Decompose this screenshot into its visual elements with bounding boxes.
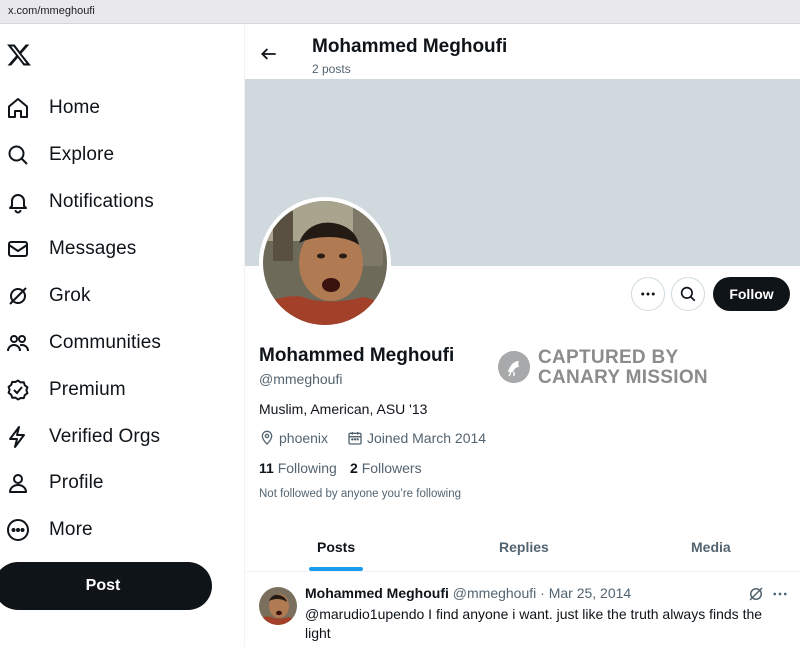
sidebar-item-label: Grok	[49, 285, 91, 306]
following-count: 11	[259, 460, 274, 476]
header-post-count: 2 posts	[312, 62, 351, 76]
sidebar-item-communities[interactable]: Communities	[0, 323, 240, 363]
sidebar-item-label: Home	[49, 97, 101, 118]
tweet-item[interactable]: Mohammed Meghoufi @mmeghoufi · Mar 25, 2…	[245, 573, 800, 647]
following-link[interactable]: 11 Following	[259, 460, 337, 476]
x-logo-icon[interactable]	[6, 42, 32, 68]
profile-bio: Muslim, American, ASU '13	[259, 401, 428, 417]
profile-location: phoenix	[259, 430, 328, 446]
profile-avatar[interactable]	[259, 197, 391, 329]
sidebar-item-label: Notifications	[49, 191, 154, 212]
sidebar-item-label: Profile	[49, 472, 104, 493]
sidebar-item-notifications[interactable]: Notifications	[0, 182, 240, 222]
search-icon	[8, 145, 28, 165]
tweet-separator: ·	[540, 585, 545, 601]
tab-posts[interactable]: Posts	[317, 539, 355, 555]
more-options-button[interactable]	[631, 277, 665, 311]
verified-badge-icon	[7, 379, 29, 401]
profile-joined: Joined March 2014	[347, 430, 486, 446]
people-icon	[7, 335, 29, 352]
profile-header-bar: Mohammed Meghoufi 2 posts	[245, 24, 800, 79]
following-label: Following	[277, 460, 337, 476]
grok-icon	[9, 287, 27, 305]
sidebar-item-messages[interactable]: Messages	[0, 229, 240, 269]
profile-handle: @mmeghoufi	[259, 371, 343, 387]
sidebar-item-more[interactable]: More	[0, 510, 240, 550]
tweet-author-handle[interactable]: @mmeghoufi	[453, 585, 536, 601]
sidebar-item-home[interactable]: Home	[0, 88, 240, 128]
sidebar-item-label: Messages	[49, 238, 137, 259]
canary-mission-watermark: CAPTURED BY CANARY MISSION	[498, 347, 718, 391]
search-icon	[680, 286, 696, 302]
location-pin-icon	[261, 430, 273, 445]
avatar-photo	[263, 201, 387, 325]
grok-icon[interactable]	[747, 585, 765, 603]
url-text[interactable]: x.com/mmeghoufi	[8, 5, 95, 17]
tab-replies[interactable]: Replies	[499, 539, 549, 555]
location-text: phoenix	[279, 430, 329, 446]
watermark-line-1: CAPTURED BY	[538, 347, 679, 368]
mutual-followers-note: Not followed by anyone you’re following	[259, 488, 462, 500]
tweet-avatar[interactable]	[259, 587, 297, 625]
tweet-header: Mohammed Meghoufi @mmeghoufi · Mar 25, 2…	[305, 585, 631, 601]
followers-label: Followers	[361, 460, 422, 476]
followers-count: 2	[350, 460, 358, 476]
tab-media[interactable]: Media	[691, 539, 731, 555]
profile-main: Mohammed Meghoufi 2 posts Follow Mohamme	[245, 24, 800, 647]
sidebar-item-premium[interactable]: Premium	[0, 370, 240, 410]
browser-address-bar[interactable]: x.com/mmeghoufi	[0, 0, 800, 24]
watermark-line-2: CANARY MISSION	[538, 367, 708, 388]
more-horizontal-icon[interactable]	[771, 585, 789, 603]
joined-text: Joined March 2014	[367, 430, 487, 446]
profile-name: Mohammed Meghoufi	[259, 345, 455, 366]
tweet-author-name[interactable]: Mohammed Meghoufi	[305, 585, 449, 601]
back-arrow-icon[interactable]	[259, 44, 279, 64]
header-profile-name: Mohammed Meghoufi	[312, 36, 508, 57]
sidebar-item-label: Verified Orgs	[49, 426, 161, 447]
sidebar-item-grok[interactable]: Grok	[0, 276, 240, 316]
sidebar-item-label: Premium	[49, 379, 126, 400]
more-circle-icon	[7, 519, 29, 541]
search-profile-button[interactable]	[671, 277, 705, 311]
sidebar-item-label: Communities	[49, 332, 161, 353]
tweet-date[interactable]: Mar 25, 2014	[549, 585, 632, 601]
canary-bird-icon	[498, 351, 530, 383]
bell-icon	[9, 194, 27, 214]
sidebar-item-profile[interactable]: Profile	[0, 463, 240, 503]
sidebar-item-verified-orgs[interactable]: Verified Orgs	[0, 417, 240, 457]
person-icon	[9, 474, 27, 493]
tweet-text: @marudio1upendo I find anyone i want. ju…	[305, 606, 763, 641]
post-button[interactable]: Post	[0, 562, 212, 610]
calendar-icon	[348, 432, 362, 445]
sidebar-nav: Home Explore Notifications Messages Grok…	[0, 24, 245, 647]
followers-link[interactable]: 2 Followers	[350, 460, 422, 476]
more-horizontal-icon	[641, 292, 655, 296]
active-tab-indicator	[309, 567, 363, 571]
sidebar-item-explore[interactable]: Explore	[0, 135, 240, 175]
profile-tabs: Posts Replies Media	[245, 524, 800, 572]
lightning-icon	[9, 426, 25, 448]
home-icon	[8, 98, 28, 118]
follow-button[interactable]: Follow	[713, 277, 790, 311]
sidebar-item-label: More	[49, 519, 93, 540]
sidebar-item-label: Explore	[49, 144, 115, 165]
envelope-icon	[8, 241, 28, 257]
